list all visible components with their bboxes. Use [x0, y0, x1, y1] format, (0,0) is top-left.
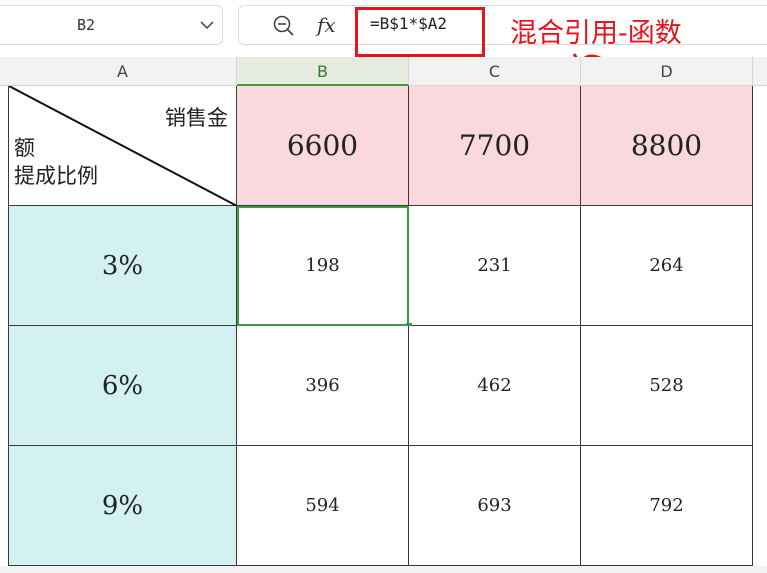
rate-cell-a2[interactable]: 3%	[9, 206, 237, 326]
value-cell-b4[interactable]: 594	[237, 446, 409, 566]
sales-amount-cell-c1[interactable]: 7700	[409, 86, 581, 206]
sales-amount-cell-d1[interactable]: 8800	[581, 86, 753, 206]
bottom-strip	[0, 566, 767, 573]
column-header-d[interactable]: D	[581, 57, 753, 86]
column-header-b[interactable]: B	[237, 57, 409, 86]
value-cell-b3[interactable]: 396	[237, 326, 409, 446]
grid-left-border	[8, 86, 9, 566]
name-box-value[interactable]: B2	[0, 5, 172, 45]
value-cell-d2[interactable]: 264	[581, 206, 753, 326]
value-cell-c2[interactable]: 231	[409, 206, 581, 326]
corner-top-label: 销售金	[165, 106, 228, 130]
column-header-c[interactable]: C	[409, 57, 581, 86]
value-cell-c4[interactable]: 693	[409, 446, 581, 566]
rate-cell-a3[interactable]: 6%	[9, 326, 237, 446]
rate-cell-a4[interactable]: 9%	[9, 446, 237, 566]
sales-amount-cell-b1[interactable]: 6600	[237, 86, 409, 206]
value-cell-b2[interactable]: 198	[237, 206, 409, 326]
column-header-a[interactable]: A	[9, 57, 237, 86]
value-cell-d3[interactable]: 528	[581, 326, 753, 446]
value-cell-c3[interactable]: 462	[409, 326, 581, 446]
corner-mid-label: 额	[14, 136, 35, 160]
zoom-out-icon[interactable]	[272, 14, 296, 38]
chevron-down-icon[interactable]	[196, 14, 218, 36]
corner-bottom-label: 提成比例	[14, 164, 98, 188]
fx-icon[interactable]: fx	[317, 10, 345, 40]
value-cell-d4[interactable]: 792	[581, 446, 753, 566]
corner-cell-a1[interactable]: 销售金 额 提成比例	[9, 86, 237, 206]
